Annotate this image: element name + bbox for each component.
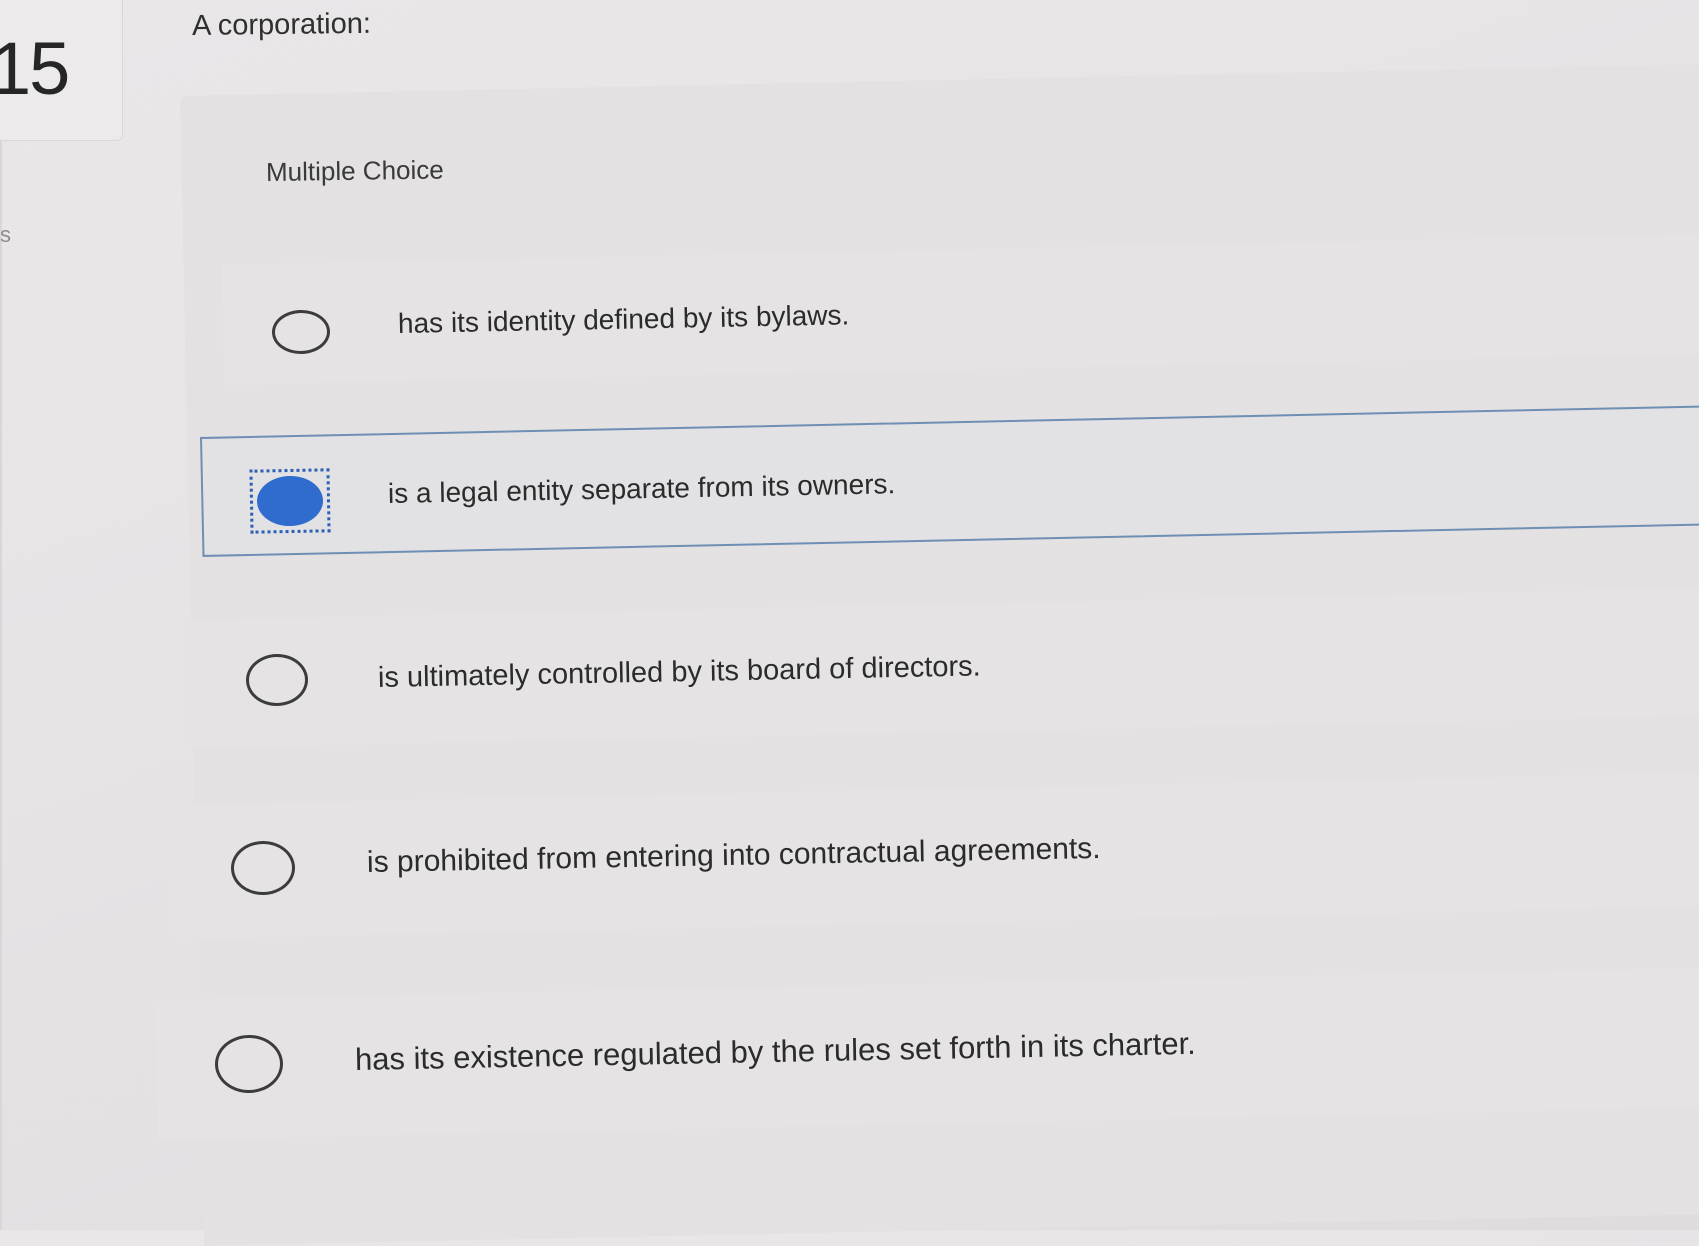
question-number-box: 15 (0, 0, 123, 141)
question-number: 15 (0, 27, 70, 110)
side-letter: s (0, 222, 11, 247)
question-prompt: A corporation: (191, 7, 372, 42)
left-rail (0, 140, 2, 1230)
question-type-label: Multiple Choice (265, 154, 444, 187)
